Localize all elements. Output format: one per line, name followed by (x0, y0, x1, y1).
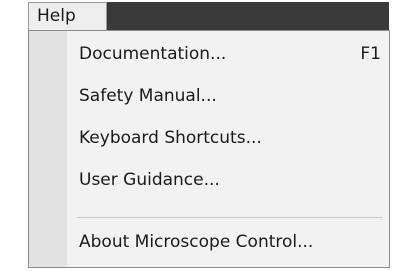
menu-item-label: Documentation... (79, 44, 227, 64)
menu-item-about[interactable]: About Microscope Control... (67, 224, 389, 260)
menu-icon-gutter (29, 31, 67, 267)
help-menu-button[interactable]: Help (28, 2, 107, 31)
menu-item-user-guidance[interactable]: User Guidance... (67, 162, 389, 198)
menu-item-keyboard-shortcuts[interactable]: Keyboard Shortcuts... (67, 120, 389, 156)
menu-item-shortcut: F1 (360, 44, 381, 64)
menu-item-safety-manual[interactable]: Safety Manual... (67, 78, 389, 114)
help-menu-label: Help (37, 6, 76, 26)
screenshot-root: Help Documentation... F1 Safety Manual..… (0, 0, 393, 271)
menu-item-label: User Guidance... (79, 170, 220, 190)
menu-item-documentation[interactable]: Documentation... F1 (67, 36, 389, 72)
menu-separator (77, 217, 383, 218)
menu-item-label: Keyboard Shortcuts... (79, 128, 262, 148)
help-dropdown-menu: Documentation... F1 Safety Manual... Key… (28, 30, 390, 268)
menu-item-label: Safety Manual... (79, 86, 217, 106)
menu-item-label: About Microscope Control... (79, 232, 314, 252)
